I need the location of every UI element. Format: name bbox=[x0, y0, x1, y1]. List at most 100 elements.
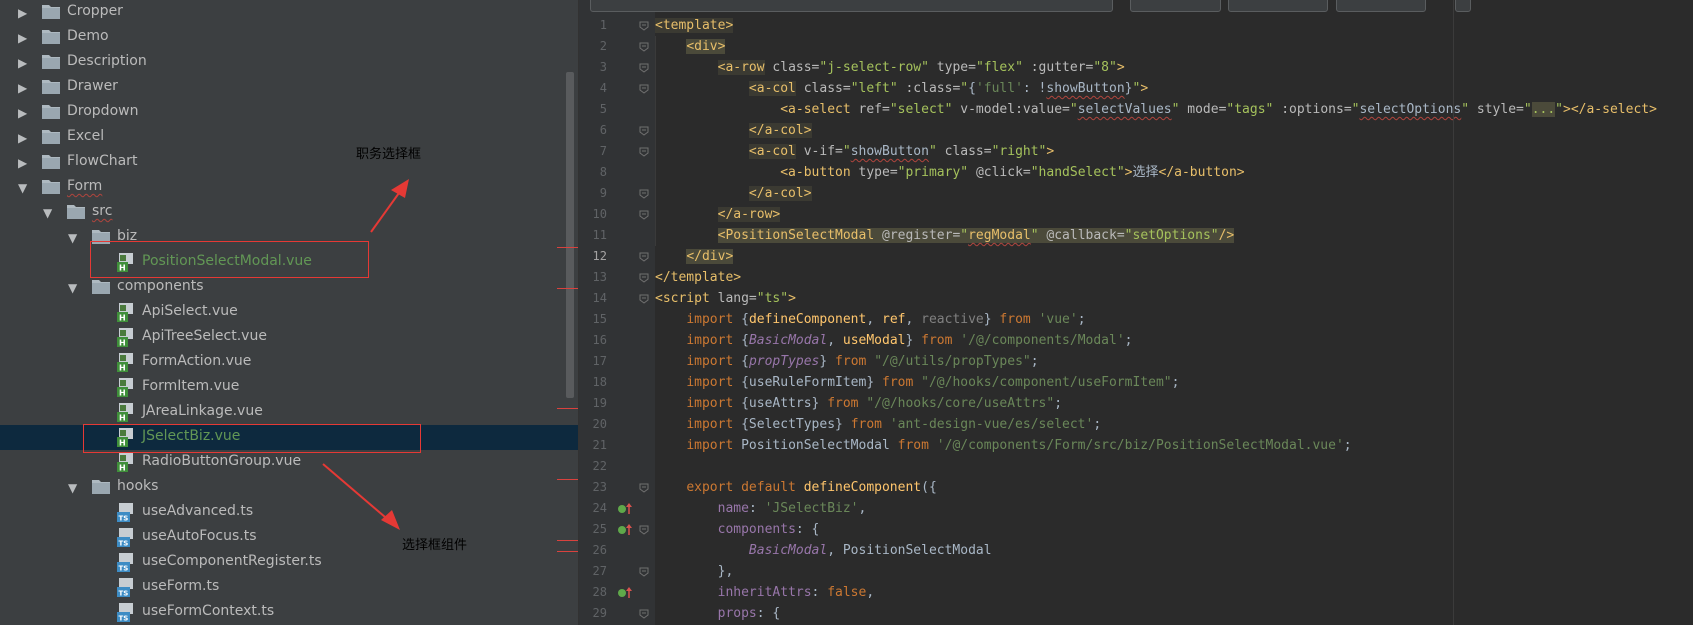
tree-file[interactable]: TS useAdvanced.ts bbox=[0, 500, 578, 525]
fold-marker-icon[interactable] bbox=[639, 21, 649, 31]
fold-marker-icon[interactable] bbox=[639, 189, 649, 199]
tree-file[interactable]: TS useFormContext.ts bbox=[0, 600, 578, 625]
fold-marker-icon[interactable] bbox=[639, 525, 649, 535]
toolbar-button[interactable] bbox=[1336, 0, 1426, 12]
tree-scrollbar-thumb[interactable] bbox=[566, 72, 574, 398]
tree-folder[interactable]: ▶ Description bbox=[0, 50, 578, 75]
project-tree-panel: ▶ Cropper ▶ Demo ▶ Description ▶ Drawer ▶ Dropdow… bbox=[0, 0, 578, 625]
tree-folder[interactable]: ▶ Drawer bbox=[0, 75, 578, 100]
code-line[interactable]: }, bbox=[655, 561, 734, 582]
svg-text:H: H bbox=[119, 339, 126, 348]
tree-file[interactable]: H FormItem.vue bbox=[0, 375, 578, 400]
code-line[interactable]: <a-col v-if="showButton" class="right"> bbox=[655, 141, 1054, 162]
vue-file-icon: H bbox=[117, 303, 133, 322]
tree-file[interactable]: H ApiSelect.vue bbox=[0, 300, 578, 325]
line-number: 7 bbox=[599, 144, 607, 158]
toolbar-button[interactable] bbox=[1228, 0, 1328, 12]
code-line[interactable]: components: { bbox=[655, 519, 820, 540]
toolbar-checkbox[interactable] bbox=[1455, 0, 1471, 12]
code-line[interactable]: <a-col class="left" :class="{'full': !sh… bbox=[655, 78, 1148, 99]
toolbar-button[interactable] bbox=[1130, 0, 1221, 12]
code-line[interactable]: props: { bbox=[655, 603, 781, 624]
tree-file[interactable]: H JAreaLinkage.vue bbox=[0, 400, 578, 425]
tree-file[interactable]: TS useComponentRegister.ts bbox=[0, 550, 578, 575]
fold-marker-icon[interactable] bbox=[639, 273, 649, 283]
line-number: 12 bbox=[592, 249, 607, 263]
code-line[interactable]: <template> bbox=[655, 15, 734, 36]
fold-marker-icon[interactable] bbox=[639, 147, 649, 157]
tree-folder[interactable]: ▼ hooks bbox=[0, 475, 578, 500]
fold-marker-icon[interactable] bbox=[639, 252, 649, 262]
chevron-down-icon[interactable]: ▼ bbox=[18, 181, 27, 195]
code-line[interactable]: <a-row class="j-select-row" type="flex" … bbox=[655, 57, 1125, 78]
tree-item-label: Drawer bbox=[67, 78, 118, 94]
tree-folder[interactable]: ▶ Excel bbox=[0, 125, 578, 150]
chevron-right-icon[interactable]: ▶ bbox=[18, 156, 27, 170]
line-number: 14 bbox=[592, 291, 607, 305]
chevron-right-icon[interactable]: ▶ bbox=[18, 106, 27, 120]
code-line[interactable]: </a-col> bbox=[655, 120, 812, 141]
fold-marker-icon[interactable] bbox=[639, 294, 649, 304]
tree-file[interactable]: H ApiTreeSelect.vue bbox=[0, 325, 578, 350]
fold-marker-icon[interactable] bbox=[639, 63, 649, 73]
chevron-right-icon[interactable]: ▶ bbox=[18, 56, 27, 70]
tree-item-label: ApiTreeSelect.vue bbox=[142, 328, 267, 344]
code-editor[interactable]: <template> <div> <a-row class="j-select-… bbox=[655, 0, 1693, 625]
code-line[interactable]: <a-button type="primary" @click="handSel… bbox=[655, 162, 1244, 183]
fold-marker-icon[interactable] bbox=[639, 42, 649, 52]
code-line[interactable]: import {useRuleFormItem} from "/@/hooks/… bbox=[655, 372, 1179, 393]
code-line[interactable]: import PositionSelectModal from '/@/comp… bbox=[655, 435, 1351, 456]
code-line[interactable]: </div> bbox=[655, 246, 734, 267]
folder-icon bbox=[42, 155, 60, 169]
tree-folder[interactable]: ▼ src bbox=[0, 200, 578, 225]
fold-marker-icon[interactable] bbox=[639, 126, 649, 136]
tree-folder[interactable]: ▼ Form bbox=[0, 175, 578, 200]
tree-folder[interactable]: ▶ Dropdown bbox=[0, 100, 578, 125]
fold-marker-icon[interactable] bbox=[639, 483, 649, 493]
fold-marker-icon[interactable] bbox=[639, 84, 649, 94]
fold-marker-icon[interactable] bbox=[639, 567, 649, 577]
line-number: 18 bbox=[592, 375, 607, 389]
fold-marker-icon[interactable] bbox=[639, 609, 649, 619]
chevron-down-icon[interactable]: ▼ bbox=[68, 281, 77, 295]
tree-folder[interactable]: ▶ FlowChart bbox=[0, 150, 578, 175]
tree-item-label: FormItem.vue bbox=[142, 378, 240, 394]
tree-file[interactable]: TS useAutoFocus.ts bbox=[0, 525, 578, 550]
code-line[interactable]: export default defineComponent({ bbox=[655, 477, 936, 498]
code-line[interactable]: name: 'JSelectBiz', bbox=[655, 498, 867, 519]
code-line[interactable]: </a-col> bbox=[655, 183, 812, 204]
chevron-down-icon[interactable]: ▼ bbox=[43, 206, 52, 220]
tree-folder[interactable]: ▶ Cropper bbox=[0, 0, 578, 25]
fold-marker-icon[interactable] bbox=[639, 210, 649, 220]
chevron-down-icon[interactable]: ▼ bbox=[68, 231, 77, 245]
code-line[interactable]: import {BasicModal, useModal} from '/@/c… bbox=[655, 330, 1132, 351]
chevron-right-icon[interactable]: ▶ bbox=[18, 131, 27, 145]
tree-folder[interactable]: ▶ Demo bbox=[0, 25, 578, 50]
code-line[interactable]: import {propTypes} from "/@/utils/propTy… bbox=[655, 351, 1038, 372]
tree-file[interactable]: H RadioButtonGroup.vue bbox=[0, 450, 578, 475]
search-box[interactable] bbox=[590, 0, 1113, 12]
code-line[interactable]: import {SelectTypes} from 'ant-design-vu… bbox=[655, 414, 1101, 435]
code-line[interactable]: inheritAttrs: false, bbox=[655, 582, 875, 603]
chevron-right-icon[interactable]: ▶ bbox=[18, 6, 27, 20]
override-marker-icon[interactable] bbox=[617, 503, 633, 515]
override-marker-icon[interactable] bbox=[617, 524, 633, 536]
code-line[interactable]: <script lang="ts"> bbox=[655, 288, 796, 309]
code-line[interactable]: </a-row> bbox=[655, 204, 781, 225]
chevron-down-icon[interactable]: ▼ bbox=[68, 481, 77, 495]
code-line[interactable]: <div> bbox=[655, 36, 726, 57]
tree-file[interactable]: TS useForm.ts bbox=[0, 575, 578, 600]
chevron-right-icon[interactable]: ▶ bbox=[18, 81, 27, 95]
code-line[interactable]: import {useAttrs} from "/@/hooks/core/us… bbox=[655, 393, 1062, 414]
tree-folder[interactable]: ▼ components bbox=[0, 275, 578, 300]
tree-file[interactable]: H FormAction.vue bbox=[0, 350, 578, 375]
line-number: 8 bbox=[599, 165, 607, 179]
code-line[interactable]: <a-select ref="select" v-model:value="se… bbox=[655, 99, 1657, 120]
code-line[interactable]: import {defineComponent, ref, reactive} … bbox=[655, 309, 1085, 330]
line-number: 3 bbox=[599, 60, 607, 74]
code-line[interactable]: BasicModal, PositionSelectModal bbox=[655, 540, 992, 561]
code-line[interactable]: <PositionSelectModal @register="regModal… bbox=[655, 225, 1235, 246]
override-marker-icon[interactable] bbox=[617, 587, 633, 599]
chevron-right-icon[interactable]: ▶ bbox=[18, 31, 27, 45]
code-line[interactable]: </template> bbox=[655, 267, 741, 288]
